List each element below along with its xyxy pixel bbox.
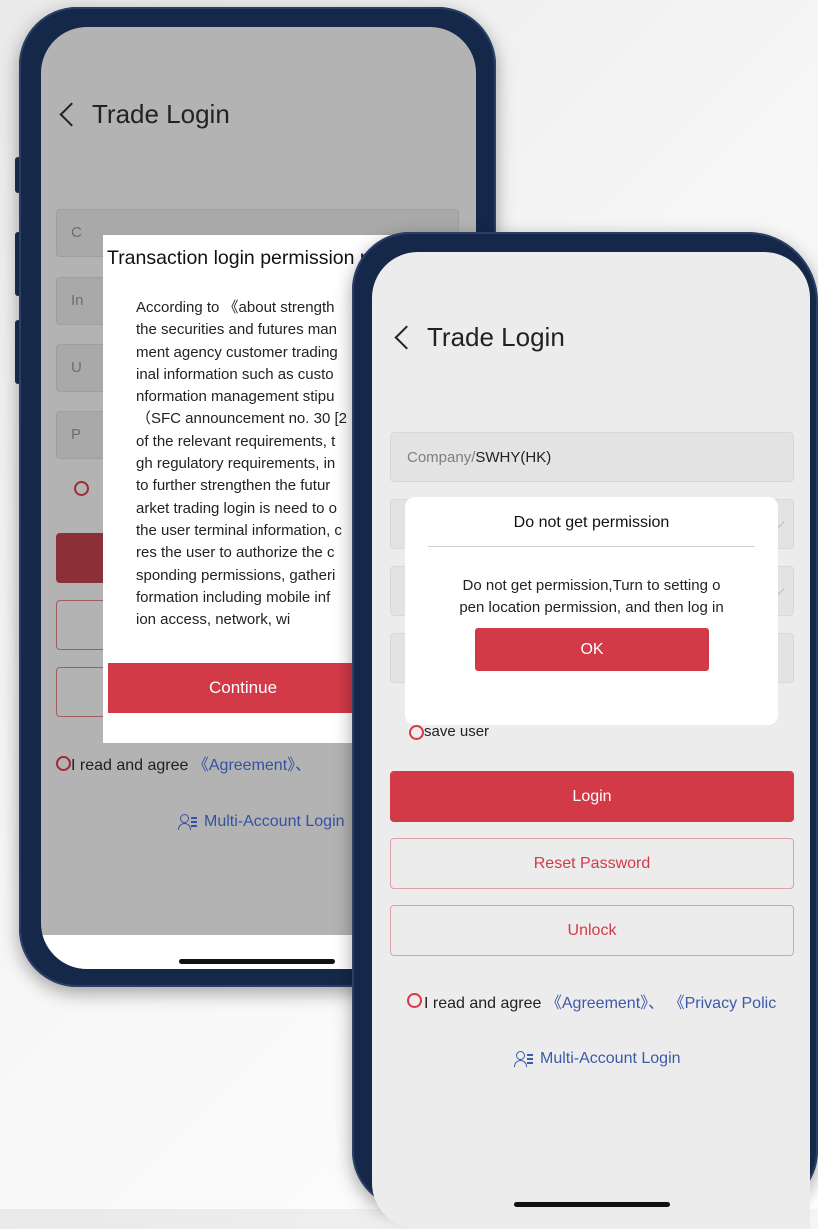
field-letter: C — [71, 224, 82, 241]
save-user-radio[interactable] — [74, 481, 89, 496]
login-button[interactable]: Login — [390, 771, 794, 822]
home-indicator[interactable] — [514, 1202, 670, 1207]
agree-text: I read and agree — [424, 995, 542, 1012]
page-title: Trade Login — [427, 322, 565, 352]
agree-text: I read and agree — [71, 757, 189, 774]
company-text: Company/SWHY(HK) — [407, 449, 551, 466]
back-chevron-icon[interactable] — [394, 325, 419, 350]
company-value: SWHY(HK) — [475, 449, 552, 466]
save-user-label: save user — [424, 723, 490, 740]
company-field[interactable]: Company/SWHY(HK) — [390, 432, 794, 482]
back-header[interactable]: Trade Login — [59, 99, 230, 130]
reset-password-button[interactable]: Reset Password — [390, 838, 794, 889]
continue-button[interactable]: Continue — [108, 663, 393, 713]
alert-title: Do not get permission — [513, 514, 670, 531]
agreement-line: I read and agree 《Agreement》、 — [71, 751, 311, 775]
front-phone-screen: Trade Login Company/SWHY(HK) save user L… — [372, 252, 810, 1229]
field-letter: P — [71, 426, 82, 443]
multi-account-icon — [178, 814, 198, 830]
multi-account-label: Multi-Account Login — [540, 1050, 681, 1067]
alert-divider — [428, 546, 755, 547]
field-letter: U — [71, 359, 82, 376]
unlock-button[interactable]: Unlock — [390, 905, 794, 956]
privacy-policy-link[interactable]: 《Privacy Polic — [669, 995, 777, 1012]
multi-account-label: Multi-Account Login — [204, 813, 345, 830]
company-label: Company/ — [407, 449, 476, 466]
save-user-radio[interactable] — [409, 725, 424, 740]
agree-radio[interactable] — [407, 993, 422, 1008]
front-phone-frame: Trade Login Company/SWHY(HK) save user L… — [352, 232, 818, 1229]
alert-message-line: Do not get permission,Turn to setting o — [462, 577, 721, 594]
home-indicator[interactable] — [179, 959, 335, 964]
page-title: Trade Login — [92, 99, 230, 129]
ok-button[interactable]: OK — [475, 628, 709, 671]
multi-account-login[interactable]: Multi-Account Login — [178, 813, 345, 831]
agreement-link[interactable]: 《Agreement》、 — [546, 995, 664, 1012]
multi-account-icon — [514, 1051, 534, 1067]
agreement-line: I read and agree 《Agreement》、 《Privacy P… — [424, 989, 776, 1013]
agreement-link[interactable]: 《Agreement》、 — [193, 757, 311, 774]
permission-alert: Do not get permission Do not get permiss… — [405, 497, 778, 725]
front-header[interactable]: Trade Login — [394, 322, 565, 353]
field-letter: In — [71, 292, 84, 309]
permission-dialog: Transaction login permission p According… — [103, 235, 393, 743]
back-chevron-icon[interactable] — [59, 102, 84, 127]
dialog-title: Transaction login permission p — [107, 247, 371, 269]
agree-radio[interactable] — [56, 756, 71, 771]
multi-account-login[interactable]: Multi-Account Login — [514, 1050, 681, 1068]
alert-message-line: pen location permission, and then log in — [459, 599, 724, 616]
alert-message: Do not get permission,Turn to setting o … — [405, 575, 778, 619]
